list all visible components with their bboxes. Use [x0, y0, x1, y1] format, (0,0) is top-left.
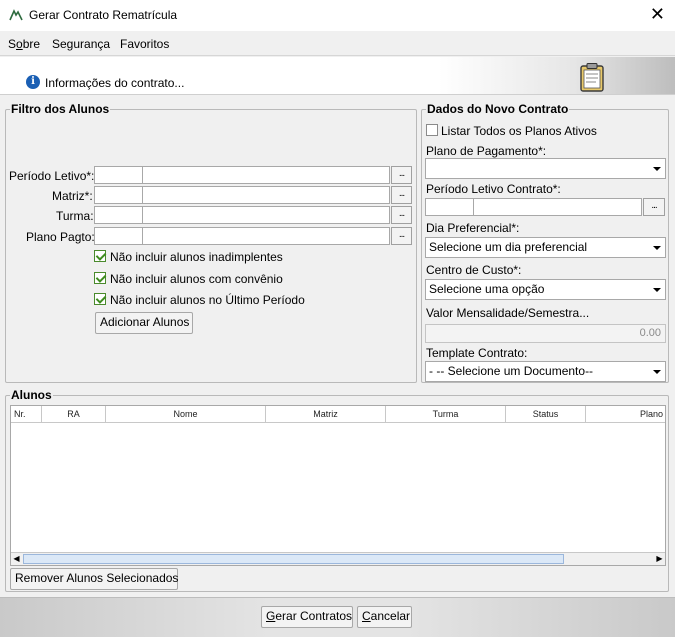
turma-label: Turma: [56, 209, 94, 223]
matriz-lookup-button[interactable]: ... [391, 186, 412, 204]
template-contrato-label: Template Contrato: [426, 346, 528, 360]
plano-pagto-lookup-button[interactable]: ... [391, 227, 412, 245]
listar-todos-planos-checkbox[interactable] [426, 124, 438, 136]
chevron-down-icon [653, 167, 661, 171]
title-bar: Gerar Contrato Rematrícula ✕ [0, 0, 675, 31]
remover-alunos-button[interactable]: Remover Alunos Selecionados [10, 568, 178, 590]
alunos-legend: Alunos [10, 388, 53, 402]
matriz-label: Matriz*: [52, 189, 93, 203]
chevron-down-icon [653, 288, 661, 292]
listar-todos-planos-label: Listar Todos os Planos Ativos [441, 124, 597, 138]
plano-pagto-code-input[interactable] [94, 227, 143, 245]
template-contrato-select[interactable]: - -- Selecione um Documento-- [425, 361, 666, 382]
alunos-table[interactable]: Nr. RA Nome Matriz Turma Status Plano ◀ … [10, 405, 666, 566]
column-ra[interactable]: RA [42, 406, 106, 423]
periodo-letivo-code-input[interactable] [94, 166, 143, 184]
menu-bar: Sobre Segurança Favoritos [0, 31, 675, 56]
nao-incluir-ultimo-periodo-label: Não incluir alunos no Último Período [110, 293, 305, 307]
turma-lookup-button[interactable]: ... [391, 206, 412, 224]
menu-favoritos[interactable]: Favoritos [120, 37, 169, 51]
column-status[interactable]: Status [506, 406, 586, 423]
info-bar: i Informações do contrato... [0, 57, 675, 95]
gerar-contratos-button[interactable]: Gerar Contratos [261, 606, 353, 628]
turma-code-input[interactable] [94, 206, 143, 224]
scrollbar-thumb[interactable] [23, 554, 564, 564]
dia-preferencial-value: Selecione um dia preferencial [429, 240, 588, 254]
column-nome[interactable]: Nome [106, 406, 266, 423]
novo-contrato-legend: Dados do Novo Contrato [426, 102, 570, 116]
footer-bar: Gerar Contratos Cancelar [0, 597, 675, 637]
adicionar-alunos-button[interactable]: Adicionar Alunos [95, 312, 193, 334]
column-turma[interactable]: Turma [386, 406, 506, 423]
matriz-desc-input[interactable] [142, 186, 390, 204]
plano-pagto-label: Plano Pagto: [26, 230, 95, 244]
periodo-letivo-lookup-button[interactable]: ... [391, 166, 412, 184]
template-contrato-value: - -- Selecione um Documento-- [429, 364, 594, 378]
column-nr[interactable]: Nr. [11, 406, 42, 423]
info-text: Informações do contrato... [45, 76, 185, 90]
periodo-contrato-code-input[interactable] [425, 198, 474, 216]
centro-custo-value: Selecione uma opção [429, 282, 545, 296]
matriz-code-input[interactable] [94, 186, 143, 204]
scroll-right-icon[interactable]: ▶ [654, 553, 665, 565]
turma-desc-input[interactable] [142, 206, 390, 224]
scroll-left-icon[interactable]: ◀ [11, 553, 22, 565]
valor-mensalidade-label: Valor Mensalidade/Semestra... [426, 306, 590, 320]
nao-incluir-inadimplentes-checkbox[interactable] [94, 250, 106, 262]
horizontal-scrollbar[interactable]: ◀ ▶ [11, 552, 665, 565]
column-plano[interactable]: Plano [586, 406, 665, 423]
info-icon: i [26, 75, 40, 89]
periodo-letivo-label: Período Letivo*: [9, 169, 95, 183]
clipboard-icon [580, 63, 604, 92]
centro-custo-select[interactable]: Selecione uma opção [425, 279, 666, 300]
menu-sobre[interactable]: Sobre [8, 37, 40, 51]
valor-mensalidade-field: 0.00 [425, 324, 666, 343]
plano-pagamento-select[interactable] [425, 158, 666, 179]
filtro-alunos-group: Filtro dos Alunos [5, 102, 417, 383]
periodo-letivo-contrato-label: Período Letivo Contrato*: [426, 182, 561, 196]
plano-pagto-desc-input[interactable] [142, 227, 390, 245]
plano-pagamento-label: Plano de Pagamento*: [426, 144, 547, 158]
chevron-down-icon [653, 370, 661, 374]
nao-incluir-convenio-label: Não incluir alunos com convênio [110, 272, 283, 286]
column-matriz[interactable]: Matriz [266, 406, 386, 423]
chevron-down-icon [653, 246, 661, 250]
dia-preferencial-select[interactable]: Selecione um dia preferencial [425, 237, 666, 258]
nao-incluir-ultimo-periodo-checkbox[interactable] [94, 293, 106, 305]
dia-preferencial-label: Dia Preferencial*: [426, 221, 520, 235]
periodo-contrato-lookup-button[interactable]: ... [643, 198, 665, 216]
filtro-legend: Filtro dos Alunos [10, 102, 111, 116]
window-title: Gerar Contrato Rematrícula [29, 8, 178, 22]
cancelar-button[interactable]: Cancelar [357, 606, 412, 628]
menu-seguranca[interactable]: Segurança [52, 37, 110, 51]
centro-custo-label: Centro de Custo*: [426, 263, 522, 277]
nao-incluir-inadimplentes-label: Não incluir alunos inadimplentes [110, 250, 283, 264]
nao-incluir-convenio-checkbox[interactable] [94, 272, 106, 284]
close-icon[interactable]: ✕ [650, 4, 665, 24]
app-logo-icon [9, 9, 23, 21]
periodo-letivo-desc-input[interactable] [142, 166, 390, 184]
periodo-contrato-desc-input[interactable] [473, 198, 642, 216]
alunos-table-header: Nr. RA Nome Matriz Turma Status Plano [11, 406, 665, 423]
